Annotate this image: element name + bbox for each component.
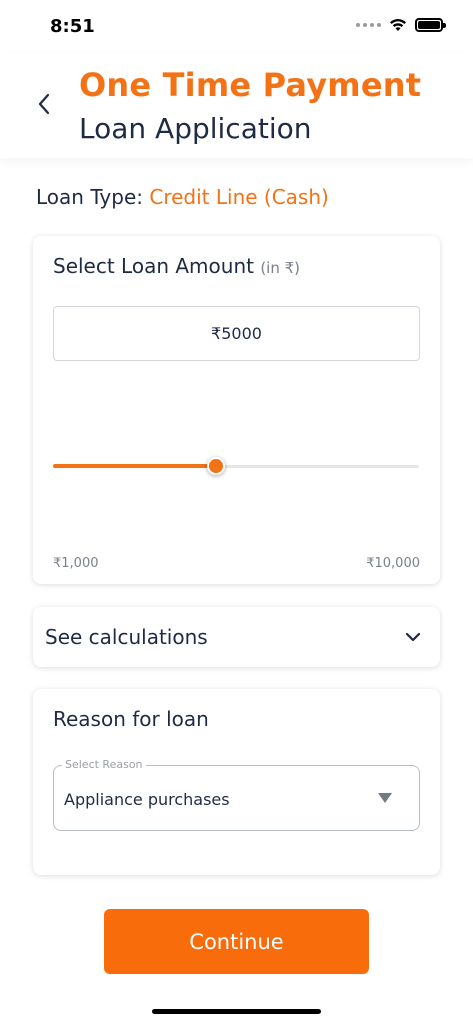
loan-type: Loan Type: Credit Line (Cash) xyxy=(36,185,329,209)
reason-card: Reason for loan Select Reason Appliance … xyxy=(33,689,440,875)
slider-thumb[interactable] xyxy=(207,457,225,475)
loan-amount-heading-text: Select Loan Amount xyxy=(53,254,254,278)
page-title: One Time Payment xyxy=(79,66,422,104)
signal-icon xyxy=(356,23,381,27)
chevron-left-icon xyxy=(38,93,50,115)
reason-heading: Reason for loan xyxy=(53,707,209,731)
loan-amount-heading: Select Loan Amount (in ₹) xyxy=(53,254,300,278)
status-icons xyxy=(356,18,446,32)
loan-amount-card: Select Loan Amount (in ₹) ₹5000 ₹1,000 ₹… xyxy=(33,236,440,584)
caret-down-icon xyxy=(378,793,392,803)
battery-icon xyxy=(415,18,446,32)
wifi-icon xyxy=(390,19,406,31)
see-calculations-label: See calculations xyxy=(45,625,208,649)
status-bar: 8:51 xyxy=(0,0,473,54)
loan-amount-input[interactable]: ₹5000 xyxy=(53,306,420,361)
slider-fill xyxy=(53,464,216,468)
reason-select[interactable]: Select Reason Appliance purchases xyxy=(53,758,420,831)
loan-amount-unit: (in ₹) xyxy=(260,259,301,277)
slider-max-label: ₹10,000 xyxy=(366,556,420,571)
loan-type-value: Credit Line (Cash) xyxy=(149,185,329,209)
see-calculations-toggle[interactable]: See calculations xyxy=(33,607,440,667)
reason-select-label: Select Reason xyxy=(62,758,146,771)
loan-type-label: Loan Type: xyxy=(36,185,150,209)
continue-button[interactable]: Continue xyxy=(104,909,369,974)
header: One Time Payment Loan Application xyxy=(0,54,473,158)
loan-amount-slider[interactable] xyxy=(53,454,419,478)
home-indicator xyxy=(152,1009,321,1014)
chevron-down-icon xyxy=(405,632,421,642)
reason-select-value: Appliance purchases xyxy=(64,790,230,809)
slider-min-label: ₹1,000 xyxy=(53,556,99,571)
back-button[interactable] xyxy=(30,90,58,118)
status-time: 8:51 xyxy=(50,16,95,37)
page-subtitle: Loan Application xyxy=(79,112,312,145)
